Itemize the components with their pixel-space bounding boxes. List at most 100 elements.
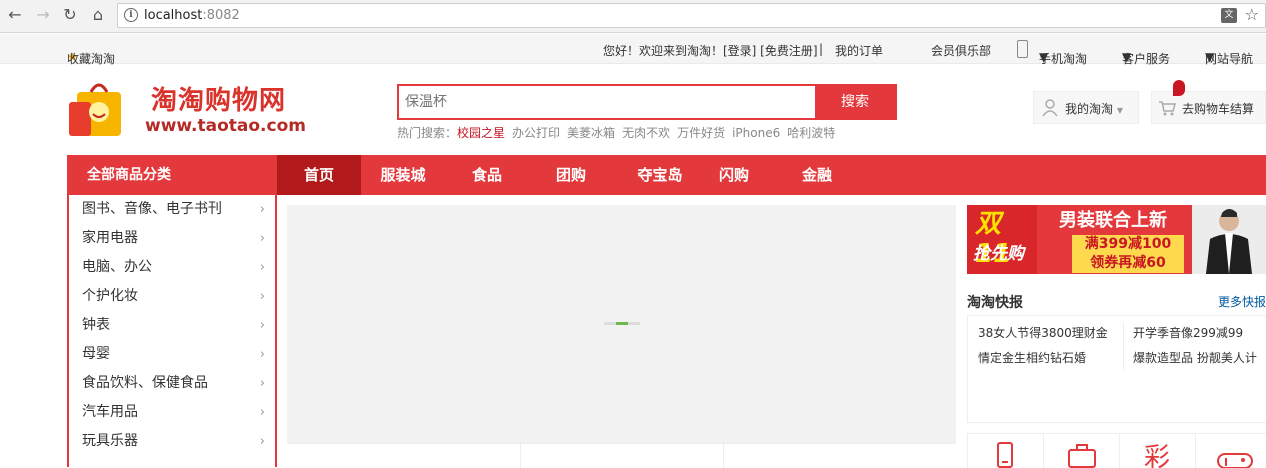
divider: | [819, 42, 824, 56]
game-icon [1217, 453, 1253, 468]
chevron-right-icon: › [259, 289, 265, 304]
chevron-right-icon: › [259, 405, 265, 420]
news-box: 38女人节得3800理财金 开学季音像299减99 情定金生相约钻石婚 爆款造型… [967, 315, 1266, 423]
chevron-down-icon: ▼ [1122, 50, 1132, 64]
news-item[interactable]: 38女人节得3800理财金 [978, 324, 1108, 341]
chevron-right-icon: › [259, 202, 265, 217]
service-travel[interactable] [1043, 434, 1119, 468]
category-item[interactable]: 母婴 › [69, 340, 275, 369]
double11-badge: 双11 抢先购 [967, 205, 1037, 274]
phone-icon [1017, 40, 1028, 58]
promo-banner[interactable]: 双11 抢先购 男装联合上新 满399减100 领券再减60 [967, 205, 1266, 274]
my-orders-link[interactable]: 我的订单 [835, 42, 883, 59]
news-item[interactable]: 爆款造型品 扮靓美人计 [1133, 349, 1257, 366]
quick-news-title: 淘淘快报 [967, 295, 1023, 311]
hot-word[interactable]: 万件好货 [677, 126, 725, 140]
category-item[interactable]: 玩具乐器 › [69, 427, 275, 456]
nav-treasure-island[interactable]: 夺宝岛 [613, 155, 707, 195]
travel-icon [1068, 444, 1096, 468]
back-icon[interactable]: ← [5, 5, 25, 25]
chevron-down-icon: ▼ [1205, 50, 1215, 64]
chevron-down-icon: ▼ [1116, 106, 1123, 115]
hot-word[interactable]: 美菱冰箱 [567, 126, 615, 140]
category-item[interactable]: 家用电器 › [69, 224, 275, 253]
more-news-link[interactable]: 更多快报 [1218, 293, 1266, 310]
category-item[interactable]: 电脑、办公 › [69, 253, 275, 282]
banner-headline: 男装联合上新 [1059, 210, 1167, 231]
chevron-right-icon: › [259, 376, 265, 391]
all-categories-header[interactable]: 全部商品分类 [67, 155, 277, 195]
service-game[interactable] [1195, 434, 1266, 468]
site-info-icon[interactable]: i [124, 8, 138, 22]
cart-count-badge [1173, 80, 1185, 96]
chevron-right-icon: › [259, 231, 265, 246]
logo-chinese-text: 淘淘购物网 [151, 86, 287, 116]
phone-recharge-icon [997, 442, 1013, 468]
banner-offer-1: 满399减100 [1072, 235, 1184, 254]
chevron-down-icon: ▼ [1039, 50, 1049, 64]
category-item[interactable]: 图书、音像、电子书刊 › [69, 195, 275, 224]
nav-home[interactable]: 首页 [277, 155, 361, 195]
nav-clothing[interactable]: 服装城 [361, 155, 445, 195]
reload-icon[interactable]: ↻ [60, 5, 80, 25]
member-club-link[interactable]: 会员俱乐部 [931, 42, 991, 59]
home-icon[interactable]: ⌂ [88, 5, 108, 25]
user-icon [1042, 99, 1058, 117]
service-icons-row: 彩 [967, 433, 1266, 468]
banner-offer-2: 领券再减60 [1072, 254, 1184, 273]
site-topbar: ★ 收藏淘淘 您好！欢迎来到淘淘！[登录] [免费注册] | 我的订单 会员俱乐部… [0, 34, 1266, 66]
news-item[interactable]: 情定金生相约钻石婚 [978, 349, 1086, 366]
sub-item[interactable] [520, 444, 723, 468]
logo-url-text: www.taotao.com [145, 116, 306, 136]
nav-flash-sale[interactable]: 闪购 [707, 155, 761, 195]
url-text[interactable]: localhost:8082 [144, 8, 240, 23]
category-item[interactable]: 钟表 › [69, 311, 275, 340]
rush-text: 抢先购 [973, 244, 1024, 264]
chevron-right-icon: › [259, 434, 265, 449]
divider [1123, 322, 1124, 370]
search-input[interactable] [399, 86, 817, 118]
news-item[interactable]: 开学季音像299减99 [1133, 324, 1243, 341]
search-button[interactable]: 搜索 [815, 86, 895, 118]
main-nav: 全部商品分类 首页 服装城 食品 团购 夺宝岛 闪购 金融 [67, 155, 1266, 195]
browser-toolbar: ← → ↻ ⌂ i localhost:8082 文 ☆ [0, 0, 1266, 33]
cart-icon [1159, 101, 1176, 116]
service-lottery[interactable]: 彩 [1119, 434, 1195, 468]
banner-carousel[interactable] [287, 205, 956, 443]
nav-finance[interactable]: 金融 [787, 155, 847, 195]
loading-indicator [604, 322, 640, 325]
nav-group-buy[interactable]: 团购 [529, 155, 613, 195]
greeting-login-register[interactable]: 您好！欢迎来到淘淘！[登录] [免费注册] [603, 42, 818, 59]
translate-icon[interactable]: 文 [1221, 8, 1237, 23]
category-list: 图书、音像、电子书刊 › 家用电器 › 电脑、办公 › 个护化妆 › 钟表 › 母婴 › 食… [67, 195, 277, 467]
cart-button[interactable]: 去购物车结算 [1151, 80, 1266, 124]
lottery-icon: 彩 [1144, 443, 1170, 468]
hot-search-words: 热门搜索：校园之星 办公打印 美菱冰箱 无肉不欢 万件好货 iPhone6 哈利波特 [397, 124, 842, 141]
chevron-right-icon: › [259, 347, 265, 362]
hot-search-label: 热门搜索： [397, 126, 458, 140]
chevron-right-icon: › [259, 318, 265, 333]
hot-word[interactable]: 办公打印 [512, 126, 560, 140]
service-phone[interactable] [967, 434, 1043, 468]
cart-label: 去购物车结算 [1182, 102, 1255, 116]
site-logo[interactable]: 淘淘购物网 www.taotao.com [67, 78, 337, 142]
quick-news: 淘淘快报 更多快报 38女人节得3800理财金 开学季音像299减99 情定金生… [967, 285, 1266, 425]
chevron-right-icon: › [259, 260, 265, 275]
hot-word[interactable]: 校园之星 [457, 126, 505, 140]
sub-item[interactable] [723, 444, 956, 468]
nav-food[interactable]: 食品 [445, 155, 529, 195]
svg-text:彩: 彩 [1144, 443, 1170, 468]
carousel-sub-items [287, 443, 956, 468]
hot-word[interactable]: iPhone6 [732, 126, 780, 140]
category-item[interactable]: 个护化妆 › [69, 282, 275, 311]
category-item[interactable]: 食品饮料、保健食品 › [69, 369, 275, 398]
shopping-bag-logo-icon [69, 83, 121, 136]
my-taotao-dropdown[interactable]: 我的淘淘 ▼ [1033, 91, 1139, 124]
bookmark-star-icon[interactable]: ☆ [1245, 5, 1259, 24]
forward-icon[interactable]: → [33, 5, 53, 25]
category-item[interactable]: 汽车用品 › [69, 398, 275, 427]
address-bar[interactable]: i localhost:8082 文 ☆ [117, 3, 1266, 28]
hot-word[interactable]: 无肉不欢 [622, 126, 670, 140]
search-box: 搜索 [397, 84, 897, 120]
hot-word[interactable]: 哈利波特 [787, 126, 835, 140]
